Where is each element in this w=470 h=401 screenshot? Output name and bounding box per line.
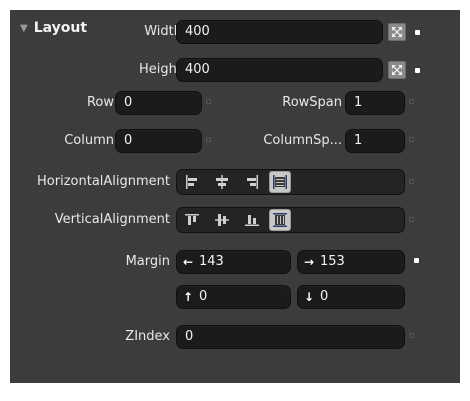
row-label: Row (86, 95, 114, 110)
halign-left-button[interactable] (181, 171, 203, 193)
rowspan-marker[interactable] (409, 99, 414, 104)
layout-section-header[interactable]: ▼ Layout (20, 18, 87, 38)
zindex-field[interactable]: 0 (176, 325, 405, 349)
align-right-icon (247, 175, 258, 189)
rowspan-field[interactable]: 1 (345, 91, 405, 115)
align-center-icon (216, 175, 228, 189)
horizontal-alignment-label: HorizontalAlignment (37, 174, 170, 189)
valign-stretch-button[interactable] (269, 209, 291, 231)
margin-right-value: 153 (320, 254, 345, 269)
auto-size-icon (392, 65, 402, 75)
height-auto-size-button[interactable] (388, 61, 406, 79)
columnspan-field[interactable]: 1 (345, 129, 405, 153)
collapse-triangle-icon[interactable]: ▼ (20, 23, 28, 34)
height-field[interactable]: 400 (176, 58, 383, 82)
columnspan-marker[interactable] (409, 137, 414, 142)
arrow-up-icon: ↑ (183, 290, 194, 304)
align-top-icon (185, 214, 199, 225)
horizontal-alignment-marker[interactable] (409, 179, 414, 184)
column-field[interactable]: 0 (115, 129, 202, 153)
valign-bottom-button[interactable] (241, 209, 263, 231)
margin-top-value: 0 (199, 289, 208, 304)
zindex-label: ZIndex (125, 329, 170, 344)
vertical-alignment-label: VerticalAlignment (54, 212, 170, 227)
align-left-icon (186, 175, 197, 189)
auto-size-icon (392, 27, 402, 37)
margin-left-value: 143 (199, 254, 224, 269)
margin-top-field[interactable]: ↑ 0 (176, 285, 291, 309)
margin-bottom-field[interactable]: ↓ 0 (297, 285, 405, 309)
margin-label: Margin (125, 254, 170, 269)
arrow-left-icon: ← (183, 255, 194, 269)
halign-center-button[interactable] (211, 171, 233, 193)
height-marker[interactable] (415, 68, 420, 73)
align-bottom-icon (245, 215, 259, 226)
row-field[interactable]: 0 (115, 91, 202, 115)
width-field[interactable]: 400 (176, 20, 383, 44)
align-stretch-vertical-icon (273, 213, 287, 227)
align-middle-icon (215, 214, 229, 226)
margin-left-field[interactable]: ← 143 (176, 250, 291, 274)
halign-stretch-button[interactable] (269, 171, 291, 193)
rowspan-label: RowSpan (282, 95, 342, 110)
vertical-alignment-marker[interactable] (409, 217, 414, 222)
width-auto-size-button[interactable] (388, 23, 406, 41)
valign-top-button[interactable] (181, 209, 203, 231)
arrow-right-icon: → (304, 255, 315, 269)
zindex-marker[interactable] (409, 333, 414, 338)
row-marker[interactable] (206, 99, 211, 104)
align-stretch-horizontal-icon (273, 175, 287, 189)
margin-right-field[interactable]: → 153 (297, 250, 405, 274)
halign-right-button[interactable] (241, 171, 263, 193)
arrow-down-icon: ↓ (304, 290, 315, 304)
layout-panel: ▼ Layout Width 400 Height 400 Row 0 RowS… (10, 10, 460, 383)
vertical-alignment-selector (176, 207, 405, 233)
column-marker[interactable] (206, 137, 211, 142)
columnspan-label: ColumnSp... (263, 133, 342, 148)
margin-marker[interactable] (414, 258, 419, 263)
valign-center-button[interactable] (211, 209, 233, 231)
column-label: Column (64, 133, 114, 148)
width-marker[interactable] (415, 30, 420, 35)
horizontal-alignment-selector (176, 169, 405, 195)
margin-bottom-value: 0 (320, 289, 329, 304)
section-title: Layout (33, 20, 88, 36)
